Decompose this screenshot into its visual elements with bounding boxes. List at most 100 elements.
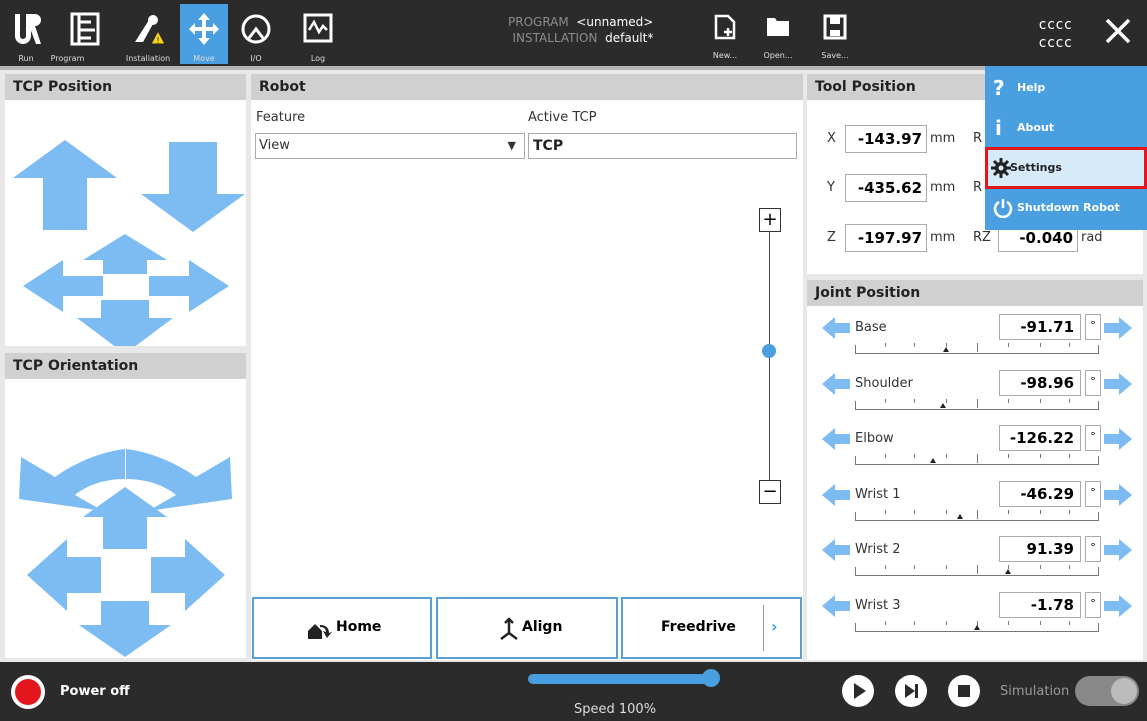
move-tab[interactable]: Move — [180, 4, 228, 64]
x-label: X — [827, 131, 836, 146]
joint-name: Base — [855, 320, 887, 335]
joint-increase-arrow-icon[interactable] — [1103, 372, 1133, 396]
play-icon[interactable] — [841, 674, 875, 708]
move-right-arrow-icon[interactable] — [149, 260, 229, 312]
power-off-icon[interactable] — [10, 674, 46, 710]
menu-item-about[interactable]: i About — [985, 108, 1147, 148]
joint-decrease-arrow-icon[interactable] — [821, 316, 851, 340]
simulation-toggle[interactable] — [1075, 676, 1139, 706]
feature-select[interactable]: View ▼ — [255, 133, 525, 159]
stop-icon[interactable] — [947, 674, 981, 708]
joint-slider-marker — [974, 624, 980, 630]
y-field[interactable]: -435.62 — [845, 174, 927, 202]
installation-name: default* — [605, 31, 654, 45]
joint-value-field[interactable]: -98.96 — [999, 369, 1081, 396]
joint-increase-arrow-icon[interactable] — [1103, 316, 1133, 340]
zoom-in-button[interactable]: + — [759, 208, 781, 232]
x-field[interactable]: -143.97 — [845, 125, 927, 153]
speed-label: Speed 100% — [574, 702, 657, 717]
step-icon[interactable] — [894, 674, 928, 708]
joint-slider[interactable] — [855, 454, 1099, 465]
chevron-right-icon[interactable]: › — [771, 617, 778, 636]
run-tab[interactable]: Run — [2, 4, 50, 64]
joint-slider-marker — [930, 458, 936, 463]
open-button[interactable]: Open... — [758, 10, 798, 62]
menu-item-help[interactable]: ? Help — [985, 68, 1147, 108]
joint-row: Shoulder -98.96 ° — [807, 366, 1147, 421]
joint-decrease-arrow-icon[interactable] — [821, 372, 851, 396]
move-forward-arrow-icon[interactable] — [83, 234, 167, 274]
joint-decrease-arrow-icon[interactable] — [821, 483, 851, 507]
top-toolbar: Run Program ! Installation Move I/O Log … — [0, 0, 1147, 66]
save-button[interactable]: Save... — [815, 10, 855, 62]
new-file-icon — [714, 14, 736, 40]
log-tab[interactable]: Log — [294, 4, 342, 64]
tilt-up-arrow-icon[interactable] — [83, 487, 167, 549]
freedrive-button[interactable]: Freedrive › — [621, 597, 802, 659]
close-icon[interactable] — [1101, 14, 1135, 48]
joint-increase-arrow-icon[interactable] — [1103, 427, 1133, 451]
installation-tab[interactable]: ! Installation — [120, 4, 176, 64]
joint-slider[interactable] — [855, 565, 1099, 576]
home-label: Home — [336, 619, 382, 635]
x-unit: mm — [930, 131, 956, 146]
zoom-handle[interactable] — [762, 344, 776, 358]
joint-increase-arrow-icon[interactable] — [1103, 594, 1133, 618]
rx-label: R — [973, 131, 983, 146]
y-label: Y — [827, 180, 835, 195]
joint-unit: ° — [1085, 591, 1101, 618]
program-tree-icon — [70, 12, 100, 46]
speed-slider[interactable] — [528, 674, 714, 684]
feature-select-value: View — [259, 138, 290, 153]
move-arrows-icon — [189, 13, 219, 45]
joint-slider[interactable] — [855, 398, 1099, 410]
speed-handle[interactable] — [702, 669, 720, 687]
joint-value-field[interactable]: -46.29 — [999, 480, 1081, 507]
joint-value-field[interactable]: -1.78 — [999, 591, 1081, 618]
z-field[interactable]: -197.97 — [845, 224, 927, 252]
joint-increase-arrow-icon[interactable] — [1103, 538, 1133, 562]
new-button[interactable]: New... — [705, 10, 745, 62]
joint-value-field[interactable]: -91.71 — [999, 314, 1081, 340]
home-button[interactable]: Home — [252, 597, 432, 659]
joint-value-field[interactable]: 91.39 — [999, 536, 1081, 562]
program-tab[interactable]: Program — [50, 4, 120, 64]
joint-value-field[interactable]: -126.22 — [999, 425, 1081, 451]
joint-slider[interactable] — [855, 509, 1099, 521]
tilt-right-arrow-icon[interactable] — [151, 539, 225, 611]
menu-item-settings[interactable]: Settings — [985, 147, 1147, 189]
tilt-down-arrow-icon[interactable] — [79, 601, 171, 657]
simulation-toggle-knob — [1111, 678, 1137, 704]
align-axes-icon — [500, 617, 518, 640]
move-left-arrow-icon[interactable] — [23, 260, 103, 312]
program-key: PROGRAM — [508, 15, 569, 29]
move-back-arrow-icon[interactable] — [77, 300, 173, 354]
io-tab[interactable]: I/O — [232, 4, 280, 64]
zoom-out-button[interactable]: − — [759, 480, 781, 504]
joint-row: Elbow -126.22 ° — [807, 421, 1147, 476]
home-icon — [308, 624, 332, 639]
active-tcp-field[interactable]: TCP — [528, 133, 797, 159]
joint-decrease-arrow-icon[interactable] — [821, 594, 851, 618]
simulation-label: Simulation — [1000, 684, 1070, 699]
joint-decrease-arrow-icon[interactable] — [821, 427, 851, 451]
tilt-left-arrow-icon[interactable] — [27, 539, 101, 611]
save-disk-icon — [823, 14, 847, 40]
ry-label: R — [973, 180, 983, 195]
joint-position-title: Joint Position — [807, 280, 1143, 306]
align-button[interactable]: Align — [436, 597, 618, 659]
joint-row: Wrist 1 -46.29 ° — [807, 477, 1147, 532]
bottom-bar: Power off Speed 100% Simulation — [0, 662, 1147, 721]
joint-slider[interactable] — [855, 620, 1099, 632]
move-down-arrow-icon[interactable] — [141, 142, 245, 232]
move-up-arrow-icon[interactable] — [13, 140, 117, 230]
joint-increase-arrow-icon[interactable] — [1103, 483, 1133, 507]
freedrive-label: Freedrive — [661, 619, 736, 635]
joint-unit: ° — [1085, 314, 1101, 340]
installation-warning-icon: ! — [135, 15, 165, 45]
menu-item-shutdown[interactable]: Shutdown Robot — [985, 188, 1147, 228]
joint-slider[interactable] — [855, 343, 1099, 354]
user-info[interactable]: cccc cccc — [1038, 16, 1072, 52]
io-tab-label: I/O — [250, 54, 262, 63]
joint-decrease-arrow-icon[interactable] — [821, 538, 851, 562]
